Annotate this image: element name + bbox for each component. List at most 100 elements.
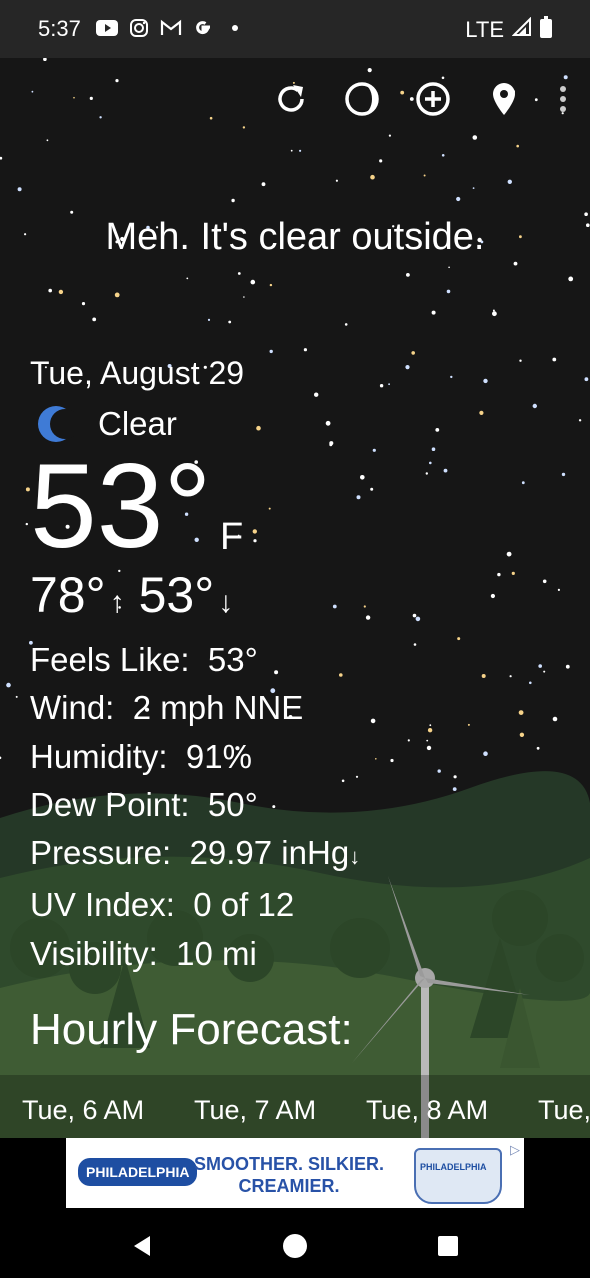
star [481, 674, 486, 678]
star [0, 156, 3, 160]
ad-tagline-line2: CREAMIER. [238, 1176, 340, 1196]
weather-headline: Meh. It's clear outside. [105, 216, 485, 258]
crescent-moon-icon [38, 406, 76, 442]
detail-value: 10 mi [176, 934, 257, 972]
star [483, 751, 488, 756]
weather-app: Meh. It's clear outside. Tue, August 29 … [0, 58, 590, 1138]
star [426, 739, 429, 742]
star [269, 349, 273, 354]
detail-label: Visibility: [30, 934, 158, 972]
star [329, 441, 334, 446]
star [31, 90, 34, 93]
star [92, 317, 97, 322]
star [269, 283, 273, 287]
star [48, 288, 52, 293]
instagram-icon [128, 17, 150, 39]
star [427, 728, 433, 733]
hourly-forecast-strip[interactable]: Tue, 6 AM Tue, 7 AM Tue, 8 AM Tue, [0, 1075, 590, 1138]
star [511, 571, 515, 576]
low-temp-group: 53° ↓ [139, 566, 234, 624]
overflow-menu-button[interactable] [556, 78, 570, 120]
star [543, 670, 546, 673]
star [429, 461, 432, 465]
detail-visibility: Visibility: 10 mi [30, 930, 360, 978]
star [507, 179, 512, 184]
star [81, 302, 86, 306]
detail-label: Pressure: [30, 834, 172, 872]
star [407, 739, 410, 742]
ad-product-image [414, 1148, 502, 1204]
current-date: Tue, August 29 [30, 355, 245, 391]
star [290, 149, 293, 152]
star [479, 410, 484, 415]
low-temp: 53° [138, 567, 215, 623]
dot-icon [224, 17, 246, 39]
star [532, 403, 537, 409]
detail-label: UV Index: [30, 886, 175, 924]
star [519, 359, 522, 362]
star [335, 179, 338, 182]
star [388, 134, 391, 137]
star [521, 481, 525, 485]
hour-item[interactable]: Tue, 6 AM [22, 1095, 144, 1126]
star [578, 419, 582, 422]
star [411, 351, 416, 355]
detail-feels-like: Feels Like: 53° [30, 636, 360, 684]
status-bar: 5:37 LTE [0, 0, 590, 58]
weather-details: Feels Like: 53° Wind: 2 mph NNE Humidity… [30, 636, 360, 978]
star [370, 718, 376, 724]
detail-label: Feels Like: [30, 641, 190, 678]
star [46, 139, 49, 142]
arrow-down-icon: ↓ [218, 586, 234, 619]
star [70, 210, 74, 214]
hour-item[interactable]: Tue, [538, 1095, 590, 1126]
notification-icons [96, 17, 246, 39]
star [536, 746, 540, 750]
star [242, 126, 246, 129]
ad-product-label: PHILADELPHIA [420, 1162, 487, 1172]
refresh-button[interactable] [272, 78, 310, 120]
star [237, 272, 241, 275]
recents-button[interactable] [434, 1232, 462, 1260]
refresh-icon [278, 85, 304, 112]
star [483, 378, 488, 384]
star [429, 724, 432, 727]
star [568, 276, 574, 282]
detail-value: 91% [185, 737, 252, 775]
star [0, 756, 2, 760]
star [406, 273, 410, 277]
add-location-icon [416, 82, 450, 116]
detail-pressure: Pressure: 29.97 inHg↓ [30, 829, 360, 881]
home-button[interactable] [281, 1232, 309, 1260]
detail-uv-index: UV Index: 0 of 12 [30, 881, 360, 929]
moon-phase-button[interactable] [343, 78, 381, 120]
back-button[interactable] [128, 1232, 156, 1260]
hour-item[interactable]: Tue, 8 AM [366, 1095, 488, 1126]
star [412, 613, 417, 618]
location-button[interactable] [485, 78, 523, 120]
star [431, 447, 436, 452]
youtube-icon [96, 17, 118, 39]
ad-choices-icon[interactable]: ▷ [510, 1142, 520, 1158]
star [561, 472, 566, 477]
hourly-forecast-title: Hourly Forecast: [30, 1005, 353, 1054]
arrow-up-icon: ↑ [109, 586, 125, 619]
detail-value: 50° [207, 785, 258, 823]
star [243, 296, 245, 298]
star [256, 425, 261, 431]
star [405, 365, 410, 370]
star [43, 58, 47, 61]
star [472, 135, 478, 140]
star [453, 775, 457, 779]
star [529, 681, 532, 685]
star [268, 507, 271, 510]
detail-wind: Wind: 2 mph NNE [30, 684, 360, 732]
hour-item[interactable]: Tue, 7 AM [194, 1095, 316, 1126]
ad-banner[interactable]: PHILADELPHIA SMOOTHER. SILKIER. CREAMIER… [66, 1138, 524, 1208]
star [25, 522, 28, 526]
star [492, 309, 495, 312]
add-location-button[interactable] [414, 78, 452, 120]
star [314, 392, 319, 397]
star [89, 96, 93, 100]
star [360, 475, 365, 480]
